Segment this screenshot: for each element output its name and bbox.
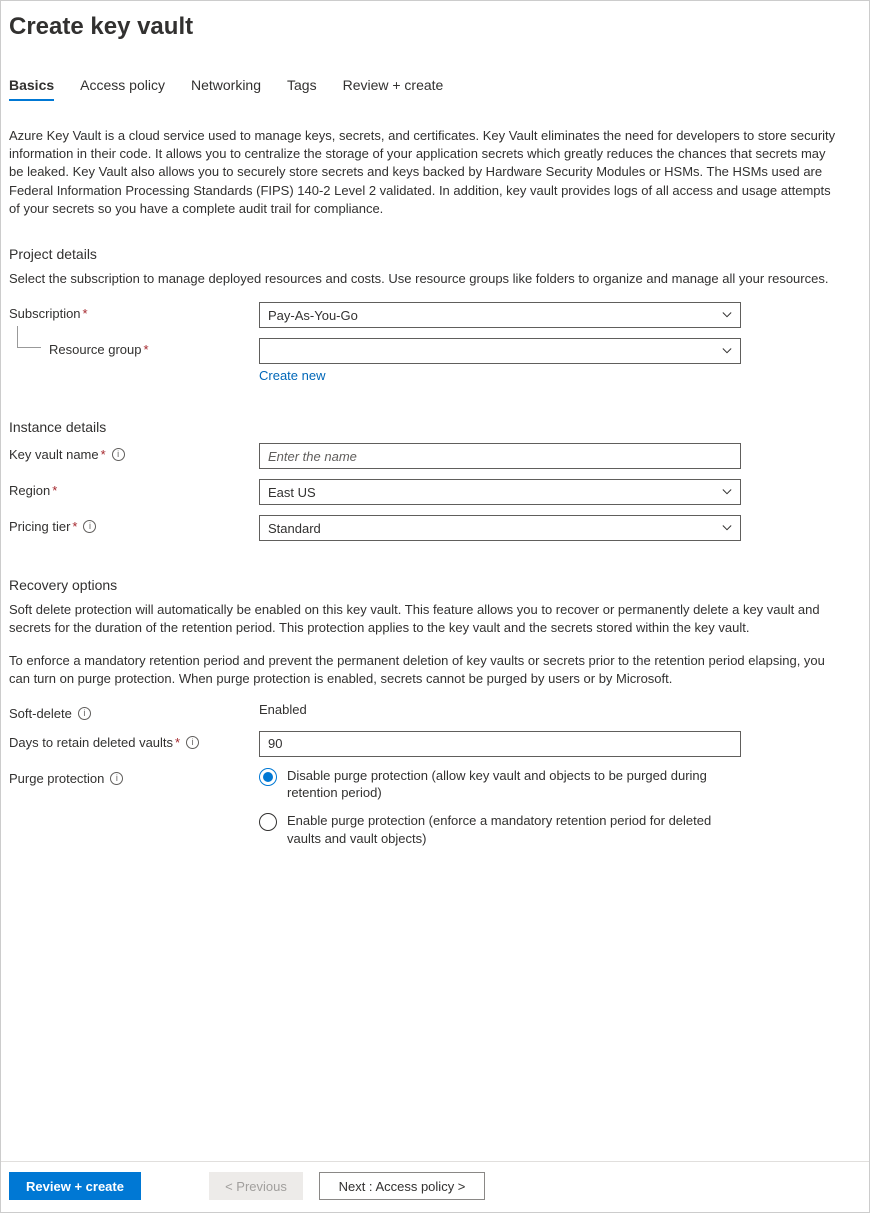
chevron-down-icon — [722, 310, 732, 320]
tab-access-policy[interactable]: Access policy — [80, 77, 165, 101]
required-marker: * — [52, 483, 57, 498]
info-icon[interactable]: i — [112, 448, 125, 461]
info-icon[interactable]: i — [110, 772, 123, 785]
subscription-label: Subscription — [9, 306, 81, 321]
region-label: Region — [9, 483, 50, 498]
recovery-para1: Soft delete protection will automaticall… — [9, 601, 839, 637]
purge-enable-label: Enable purge protection (enforce a manda… — [287, 812, 717, 847]
section-instance-details: Instance details — [9, 419, 851, 435]
previous-button[interactable]: < Previous — [209, 1172, 303, 1200]
purge-disable-label: Disable purge protection (allow key vaul… — [287, 767, 717, 802]
subscription-select[interactable]: Pay-As-You-Go — [259, 302, 741, 328]
section-recovery-options: Recovery options — [9, 577, 851, 593]
tab-tags[interactable]: Tags — [287, 77, 317, 101]
purge-protection-label: Purge protection — [9, 771, 104, 786]
wizard-tabs: Basics Access policy Networking Tags Rev… — [9, 77, 851, 101]
retain-days-label: Days to retain deleted vaults — [9, 735, 173, 750]
region-value: East US — [268, 485, 316, 500]
region-select[interactable]: East US — [259, 479, 741, 505]
keyvault-name-label: Key vault name — [9, 447, 99, 462]
resource-group-label: Resource group — [49, 342, 142, 357]
keyvault-name-input[interactable] — [259, 443, 741, 469]
tab-networking[interactable]: Networking — [191, 77, 261, 101]
page-title: Create key vault — [9, 13, 851, 41]
chevron-down-icon — [722, 346, 732, 356]
resource-group-select[interactable] — [259, 338, 741, 364]
recovery-para2: To enforce a mandatory retention period … — [9, 652, 839, 688]
intro-description: Azure Key Vault is a cloud service used … — [9, 127, 839, 218]
wizard-footer: Review + create < Previous Next : Access… — [1, 1161, 869, 1212]
soft-delete-value: Enabled — [259, 702, 307, 717]
tab-review-create[interactable]: Review + create — [343, 77, 444, 101]
next-button[interactable]: Next : Access policy > — [319, 1172, 485, 1200]
required-marker: * — [175, 735, 180, 750]
info-icon[interactable]: i — [186, 736, 199, 749]
retain-days-input[interactable] — [259, 731, 741, 757]
required-marker: * — [144, 342, 149, 357]
subscription-value: Pay-As-You-Go — [268, 308, 358, 323]
required-marker: * — [83, 306, 88, 321]
section-project-details: Project details — [9, 246, 851, 262]
chevron-down-icon — [722, 487, 732, 497]
create-new-link[interactable]: Create new — [259, 368, 325, 383]
pricing-tier-label: Pricing tier — [9, 519, 70, 534]
required-marker: * — [72, 519, 77, 534]
pricing-tier-value: Standard — [268, 521, 321, 536]
tab-basics[interactable]: Basics — [9, 77, 54, 101]
review-create-button[interactable]: Review + create — [9, 1172, 141, 1200]
tree-connector-icon — [17, 326, 41, 348]
info-icon[interactable]: i — [83, 520, 96, 533]
soft-delete-label: Soft-delete — [9, 706, 72, 721]
info-icon[interactable]: i — [78, 707, 91, 720]
purge-enable-radio[interactable] — [259, 813, 277, 831]
required-marker: * — [101, 447, 106, 462]
project-details-sub: Select the subscription to manage deploy… — [9, 270, 839, 288]
chevron-down-icon — [722, 523, 732, 533]
pricing-tier-select[interactable]: Standard — [259, 515, 741, 541]
purge-disable-radio[interactable] — [259, 768, 277, 786]
